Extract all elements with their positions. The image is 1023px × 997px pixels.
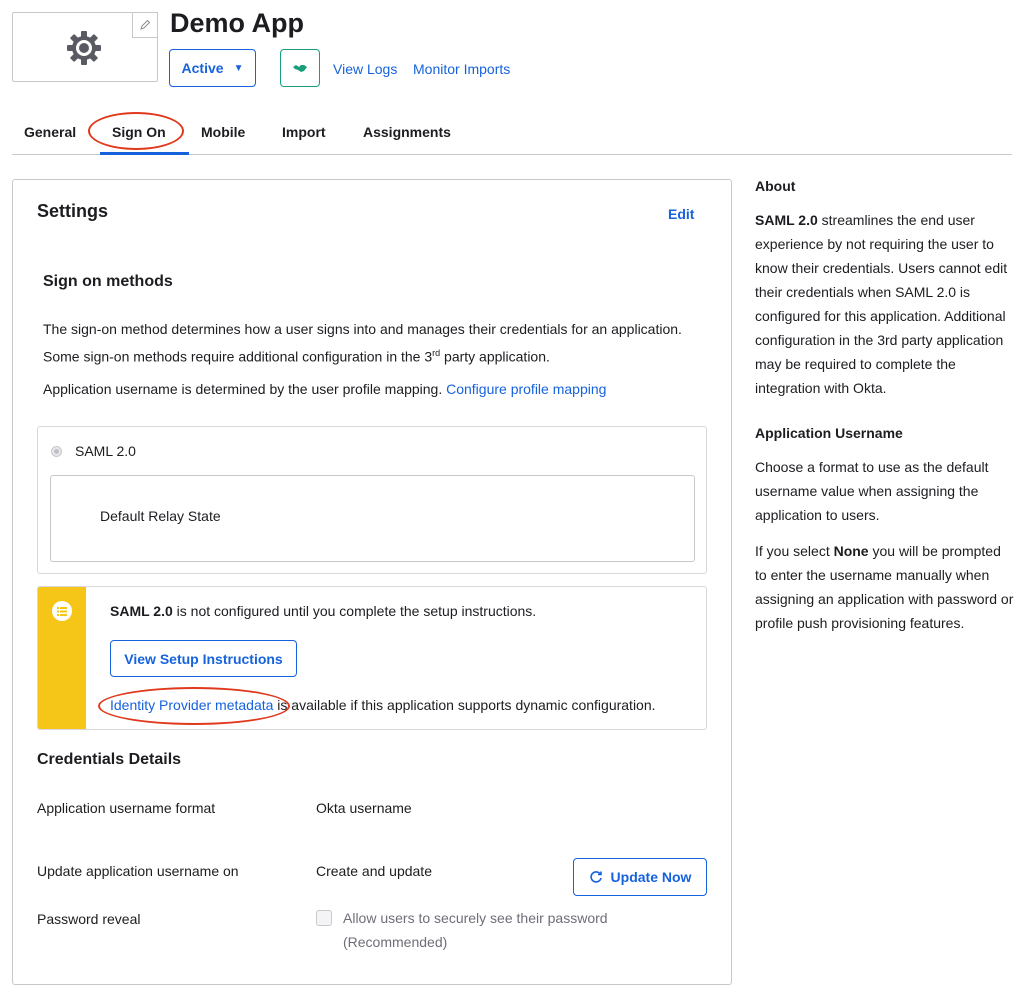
row-label-password-reveal: Password reveal — [37, 911, 141, 927]
status-label: Active — [181, 60, 224, 76]
notice-text: SAML 2.0 is not configured until you com… — [110, 603, 537, 619]
settings-card: Settings Edit Sign on methods The sign-o… — [12, 179, 732, 985]
gear-icon — [67, 31, 101, 65]
view-setup-instructions-button[interactable]: View Setup Instructions — [110, 640, 297, 677]
row-value-username-format: Okta username — [316, 800, 412, 816]
configure-profile-mapping-link[interactable]: Configure profile mapping — [446, 381, 606, 397]
application-username-title: Application Username — [755, 425, 903, 441]
tab-assignments[interactable]: Assignments — [363, 124, 451, 140]
saml-radio[interactable] — [51, 446, 62, 457]
saml-option-box: SAML 2.0 Default Relay State — [37, 426, 707, 574]
row-label-update-username: Update application username on — [37, 863, 239, 879]
row-value-update-username: Create and update — [316, 863, 432, 879]
app-logo — [12, 12, 158, 82]
status-dropdown[interactable]: Active ▼ — [169, 49, 256, 87]
about-title: About — [755, 178, 796, 194]
none-option-text: If you select None you will be prompted … — [755, 543, 1014, 631]
application-username-text: Choose a format to use as the default us… — [755, 459, 989, 523]
annotation-oval-sign-on — [88, 112, 184, 150]
credentials-title: Credentials Details — [37, 751, 182, 768]
update-now-button[interactable]: Update Now — [573, 858, 707, 896]
sign-on-description: The sign-on method determines how a user… — [43, 321, 682, 365]
tab-mobile[interactable]: Mobile — [201, 124, 245, 140]
view-logs-link[interactable]: View Logs — [333, 61, 397, 77]
refresh-icon — [589, 871, 602, 883]
mapping-description: Application username is determined by th… — [43, 381, 607, 397]
row-label-username-format: Application username format — [37, 800, 216, 816]
edit-button[interactable]: Edit — [668, 206, 694, 222]
about-text: SAML 2.0 streamlines the end user experi… — [755, 212, 1008, 396]
monitor-imports-link[interactable]: Monitor Imports — [413, 61, 510, 77]
settings-title: Settings — [37, 201, 109, 221]
tab-import[interactable]: Import — [282, 124, 326, 140]
password-reveal-checkbox[interactable] — [316, 910, 332, 926]
caret-down-icon: ▼ — [233, 62, 244, 74]
password-reveal-option: Allow users to securely see their passwo… — [343, 910, 608, 926]
relay-state-box: Default Relay State — [50, 475, 695, 562]
sign-on-methods-title: Sign on methods — [43, 273, 173, 290]
handshake-icon — [293, 65, 307, 72]
active-tab-indicator — [100, 152, 189, 155]
saml-option-label: SAML 2.0 — [75, 443, 136, 459]
relay-state-label: Default Relay State — [100, 508, 221, 524]
tab-general[interactable]: General — [24, 124, 76, 140]
pencil-icon — [140, 19, 151, 30]
push-groups-button[interactable] — [280, 49, 320, 87]
annotation-oval-metadata — [98, 687, 290, 725]
app-title: Demo App — [170, 8, 304, 38]
about-sidebar: About SAML 2.0 streamlines the end user … — [755, 178, 1015, 635]
password-reveal-recommended: (Recommended) — [343, 934, 448, 950]
list-icon — [52, 601, 72, 621]
notice-stripe — [38, 587, 86, 729]
update-now-label: Update Now — [610, 869, 692, 885]
edit-logo-button[interactable] — [132, 12, 158, 38]
